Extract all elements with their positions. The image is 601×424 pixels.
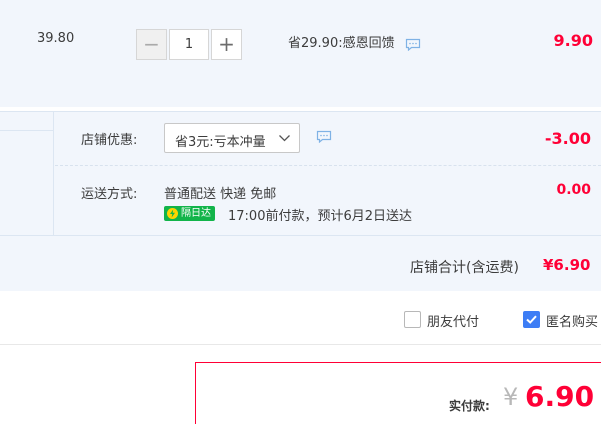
anonymous-purchase-label[interactable]: 匿名购买 [546,311,598,330]
divider [0,344,601,345]
next-day-delivery-badge: 隔日达 [164,206,215,221]
shop-summary-panel: 店铺优惠: 省3元:亏本冲量 -3.00 运送方式: 普通配送 快递 免邮 0.… [0,111,601,291]
lightning-icon [167,208,178,219]
shop-coupon-label: 店铺优惠: [81,133,138,148]
delivery-estimate: 17:00前付款，预计6月2日送达 [228,209,413,224]
increase-quantity-button[interactable]: + [211,29,242,60]
shipping-method-value: 普通配送 快递 免邮 [164,187,277,202]
shipping-fee: 0.00 [556,182,591,198]
shipping-method-label: 运送方式: [81,187,138,202]
order-item-row: 39.80 − 1 + 省29.90:感恩回馈 9.90 [0,0,601,107]
shop-total-label: 店铺合计(含运费) [410,260,519,276]
divider [0,235,601,236]
divider [55,165,601,166]
item-promo-text: 省29.90:感恩回馈 [288,36,395,51]
unit-price: 39.80 [37,31,75,46]
check-icon [526,315,537,324]
chat-bubble-icon[interactable] [405,38,421,51]
badge-text: 隔日达 [181,208,211,219]
shop-total-value: ¥6.90 [543,256,591,274]
divider [0,130,54,131]
payment-label: 实付款: [449,399,490,413]
payment-currency: ¥ [503,383,519,411]
shop-discount-amount: -3.00 [544,129,591,148]
chat-bubble-icon[interactable] [316,130,332,143]
anonymous-purchase-checkbox[interactable] [523,311,540,328]
decrease-quantity-button[interactable]: − [136,29,167,60]
chevron-down-icon [278,132,291,148]
quantity-input[interactable]: 1 [169,29,209,60]
shop-coupon-select[interactable]: 省3元:亏本冲量 [164,123,300,153]
shop-left-column [0,112,54,235]
item-subtotal: 9.90 [553,31,593,50]
pay-by-friend-checkbox[interactable] [404,311,421,328]
shop-coupon-selected: 省3元:亏本冲量 [175,135,266,150]
payment-amount: 6.90 [525,380,595,413]
pay-by-friend-label[interactable]: 朋友代付 [427,311,479,330]
